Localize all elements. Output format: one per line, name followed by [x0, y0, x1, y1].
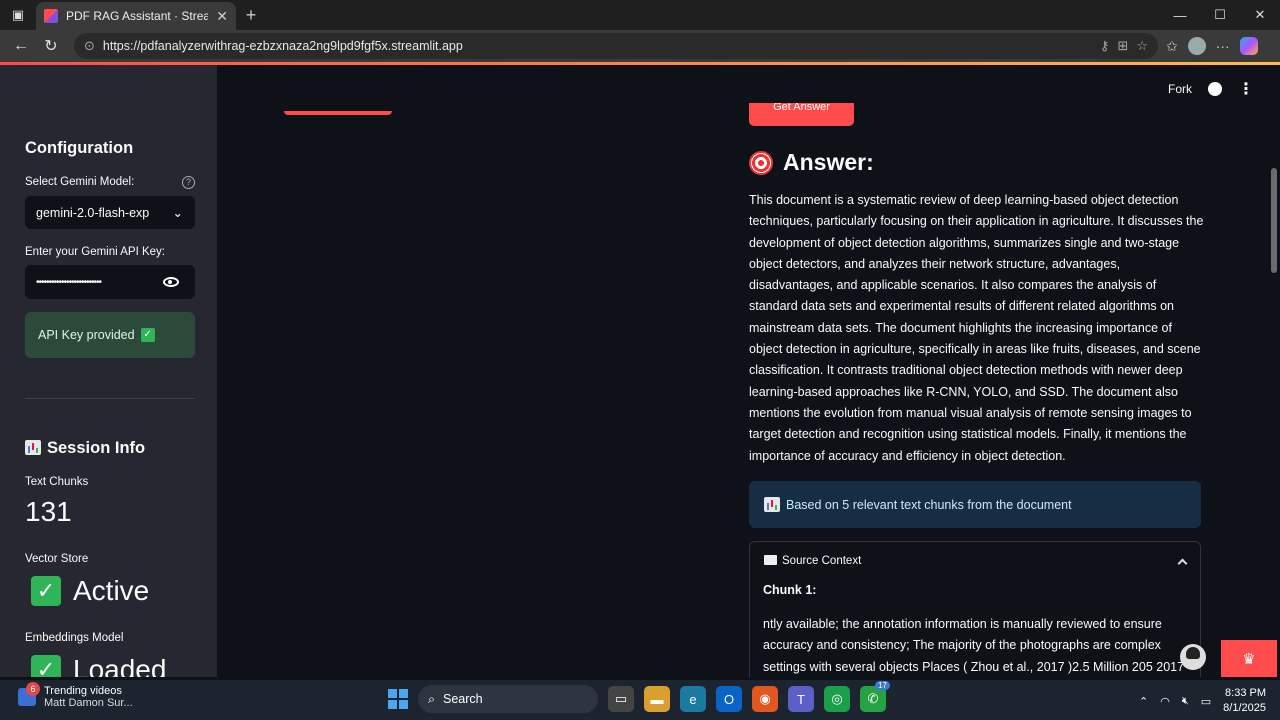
- main-menu-icon[interactable]: ⋮: [1238, 79, 1254, 99]
- show-hidden-icons-icon[interactable]: ⌃: [1139, 695, 1148, 708]
- main-content: Fork ⋮ Get Answer Answer: This document …: [217, 65, 1268, 677]
- answer-heading: Answer:: [749, 149, 874, 176]
- api-key-success-alert: API Key provided ✓: [25, 312, 195, 358]
- api-key-input[interactable]: ••••••••••••••••••••••••••: [25, 265, 195, 299]
- close-tab-icon[interactable]: ✕: [216, 8, 228, 25]
- target-icon: [749, 150, 773, 175]
- browser-tab[interactable]: PDF RAG Assistant · Streamlit ✕: [36, 2, 236, 30]
- taskbar-search[interactable]: ⌕ Search: [418, 685, 598, 713]
- model-select-value: gemini-2.0-flash-exp: [36, 205, 150, 220]
- user-avatar[interactable]: [1180, 644, 1206, 670]
- teams-icon[interactable]: T: [788, 686, 814, 712]
- get-answer-button[interactable]: Get Answer: [749, 103, 854, 126]
- embeddings-value: ✓ Loaded: [31, 654, 166, 677]
- back-icon[interactable]: ←: [6, 32, 36, 60]
- session-info-heading: Session Info: [25, 439, 145, 458]
- widget-subtitle: Matt Damon Sur...: [44, 697, 133, 709]
- book-icon: [764, 555, 777, 565]
- outlook-icon[interactable]: O: [716, 686, 742, 712]
- clock-date: 8/1/2025: [1223, 702, 1266, 714]
- url-text: https://pdfanalyzerwithrag-ezbzxnaza2ng9…: [102, 39, 463, 53]
- model-select[interactable]: gemini-2.0-flash-exp ⌄: [25, 196, 195, 229]
- copilot-icon[interactable]: [1239, 37, 1258, 55]
- system-clock[interactable]: 8:33 PM 8/1/2025: [1223, 686, 1266, 716]
- site-info-icon[interactable]: ⊙: [84, 38, 95, 54]
- api-key-value: ••••••••••••••••••••••••••: [36, 276, 102, 288]
- source-context-header[interactable]: Source Context: [750, 542, 1200, 580]
- more-menu-icon[interactable]: ···: [1216, 38, 1230, 54]
- windows-taskbar: 6 Trending videos Matt Damon Sur... ⌕ Se…: [0, 680, 1280, 720]
- streamlit-crown-icon[interactable]: ♛: [1221, 640, 1277, 677]
- news-widget-icon: 6: [18, 682, 40, 706]
- refresh-icon[interactable]: ↻: [36, 32, 66, 60]
- firefox-icon[interactable]: ◉: [752, 686, 778, 712]
- embeddings-label: Embeddings Model: [25, 632, 124, 644]
- api-key-label: Enter your Gemini API Key:: [25, 246, 165, 258]
- favorites-icon[interactable]: ✩: [1166, 38, 1178, 55]
- favorite-star-icon[interactable]: ☆: [1136, 38, 1148, 54]
- battery-icon[interactable]: ▭: [1201, 695, 1211, 708]
- address-bar: ← ↻ ⊙ https://pdfanalyzerwithrag-ezbzxna…: [0, 30, 1280, 62]
- checkmark-icon: ✓: [31, 576, 61, 606]
- vector-store-value: ✓ Active: [31, 575, 149, 607]
- widgets-news[interactable]: 6 Trending videos Matt Damon Sur...: [18, 682, 133, 709]
- whatsapp-icon[interactable]: ✆ 17: [860, 681, 890, 712]
- profile-avatar[interactable]: [1187, 37, 1206, 55]
- vector-store-label: Vector Store: [25, 553, 89, 565]
- url-field[interactable]: ⊙ https://pdfanalyzerwithrag-ezbzxnaza2n…: [74, 33, 1158, 59]
- page-scrollbar[interactable]: [1268, 65, 1280, 677]
- task-view-icon[interactable]: ▭: [608, 686, 634, 712]
- chunk-text: ntly available; the annotation informati…: [763, 617, 1185, 674]
- info-text: Based on 5 relevant text chunks from the…: [786, 497, 1072, 512]
- chevron-up-icon[interactable]: [1177, 558, 1188, 568]
- widget-badge: 6: [26, 682, 40, 696]
- chevron-down-icon: ⌄: [172, 206, 183, 220]
- checkmark-icon: ✓: [140, 328, 155, 342]
- widget-title: Trending videos: [44, 685, 122, 697]
- show-password-eye-icon[interactable]: [163, 277, 179, 287]
- key-icon[interactable]: ⚷: [1100, 38, 1110, 54]
- minimize-icon[interactable]: —: [1160, 0, 1200, 30]
- bar-chart-icon: [764, 497, 780, 512]
- github-icon[interactable]: [1208, 82, 1222, 96]
- close-window-icon[interactable]: ✕: [1240, 0, 1280, 30]
- maximize-icon[interactable]: ☐: [1200, 0, 1240, 30]
- scrollbar-thumb[interactable]: [1271, 168, 1277, 273]
- text-chunks-value: 131: [25, 496, 72, 527]
- apps-icon[interactable]: ⊞: [1117, 38, 1128, 54]
- file-explorer-icon[interactable]: ▬: [644, 686, 670, 712]
- answer-text: This document is a systematic review of …: [749, 193, 1204, 463]
- wifi-icon[interactable]: ◠: [1160, 695, 1170, 708]
- search-icon: ⌕: [428, 691, 436, 706]
- app-header-actions: Fork ⋮: [1168, 79, 1254, 99]
- model-select-label: Select Gemini Model:: [25, 176, 135, 188]
- checkmark-icon: ✓: [31, 655, 61, 677]
- fork-button[interactable]: Fork: [1168, 82, 1192, 96]
- streamlit-favicon-icon: [44, 9, 58, 23]
- workspaces-icon[interactable]: ▣: [0, 0, 36, 30]
- api-status-text: API Key provided: [38, 328, 135, 342]
- configuration-heading: Configuration: [25, 139, 134, 157]
- whatsapp-badge: 17: [875, 681, 890, 690]
- chrome-icon[interactable]: ◎: [824, 686, 850, 712]
- browser-tabbar: ▣ PDF RAG Assistant · Streamlit ✕ + — ☐ …: [0, 0, 1280, 30]
- sidebar-divider: [25, 398, 195, 399]
- window-controls: — ☐ ✕: [1160, 0, 1280, 30]
- new-tab-button[interactable]: +: [236, 5, 266, 26]
- edge-icon[interactable]: e: [680, 686, 706, 712]
- text-chunks-label: Text Chunks: [25, 476, 89, 488]
- windows-start-icon[interactable]: [388, 689, 408, 709]
- tab-title: PDF RAG Assistant · Streamlit: [66, 9, 209, 23]
- speaker-muted-icon[interactable]: 🔇︎: [1182, 695, 1189, 708]
- clock-time: 8:33 PM: [1225, 687, 1266, 699]
- source-context-expander: Source Context Chunk 1: ntly available; …: [749, 541, 1201, 677]
- help-icon[interactable]: ?: [182, 176, 195, 189]
- chunk-heading: Chunk 1:: [763, 583, 817, 597]
- search-label: Search: [443, 692, 483, 706]
- bar-chart-icon: [25, 440, 41, 455]
- sidebar: Configuration Select Gemini Model: ? gem…: [0, 65, 217, 677]
- chunks-info-alert: Based on 5 relevant text chunks from the…: [749, 481, 1201, 528]
- process-button-edge[interactable]: [284, 111, 392, 115]
